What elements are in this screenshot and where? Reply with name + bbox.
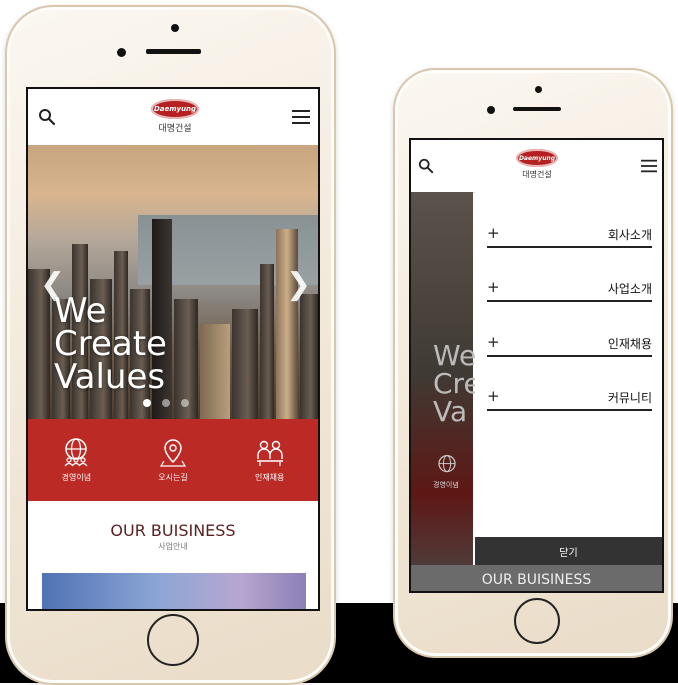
business-title: OUR BUISINESS xyxy=(110,521,236,540)
hero-building xyxy=(200,324,230,419)
business-subtitle: 사업안내 xyxy=(158,542,188,551)
hamburger-icon xyxy=(292,110,310,124)
logo-text: 대명건설 xyxy=(522,170,552,179)
slider-dots xyxy=(143,399,189,407)
search-icon xyxy=(418,158,434,174)
phone-right: Daemyung 대명건설 We Cre Va 경영이념 + 회사소개 + 사업… xyxy=(393,68,673,658)
hamburger-icon xyxy=(641,159,657,173)
slider-next-button[interactable]: ❯ xyxy=(286,267,311,302)
menu-item-community[interactable]: + 커뮤니티 xyxy=(487,387,652,411)
front-camera xyxy=(171,24,179,32)
front-camera xyxy=(535,86,542,93)
hero-title-line: Values xyxy=(54,357,166,397)
dimmed-hero-title: We Cre Va xyxy=(433,339,481,428)
slider-dot[interactable] xyxy=(181,399,189,407)
sensor xyxy=(117,48,126,57)
business-banner-image[interactable] xyxy=(42,573,306,609)
people-icon xyxy=(256,440,283,466)
home-button[interactable] xyxy=(514,598,560,644)
hero-title: We Create Values xyxy=(54,294,167,397)
logo-emblem: Daemyung xyxy=(151,99,199,119)
dimmed-business-title: OUR BUISINESS xyxy=(411,565,662,591)
site-header: Daemyung 대명건설 xyxy=(411,140,662,193)
slider-dot[interactable] xyxy=(162,399,170,407)
hero-building xyxy=(232,309,258,419)
menu-button[interactable] xyxy=(290,106,312,128)
globe-people-icon xyxy=(64,438,88,467)
quick-item-directions[interactable]: 오시는길 xyxy=(125,419,222,501)
logo-text: 대명건설 xyxy=(158,124,192,134)
hero-building xyxy=(276,229,298,419)
quick-menu: 경영이념 오시는길 인재채용 xyxy=(28,419,318,501)
speaker-grille xyxy=(513,107,561,111)
menu-item-label: 인재채용 xyxy=(607,337,652,351)
menu-button[interactable] xyxy=(639,156,659,176)
site-logo[interactable]: Daemyung 대명건설 xyxy=(512,149,562,180)
globe-people-icon xyxy=(438,455,456,473)
search-button[interactable] xyxy=(416,156,436,176)
search-icon xyxy=(39,109,56,126)
quick-item-recruit[interactable]: 인재채용 xyxy=(221,419,318,501)
menu-item-company[interactable]: + 회사소개 xyxy=(487,224,652,248)
plus-icon: + xyxy=(487,333,500,351)
quick-item-philosophy[interactable]: 경영이념 xyxy=(28,419,125,501)
dimmed-page-background[interactable]: We Cre Va 경영이념 xyxy=(411,192,481,591)
logo-emblem: Daemyung xyxy=(516,149,558,167)
site-logo[interactable]: Daemyung 대명건설 xyxy=(146,99,204,134)
dimmed-quick-label: 경영이념 xyxy=(433,481,459,489)
quick-item-label: 오시는길 xyxy=(158,473,188,482)
plus-icon: + xyxy=(487,387,500,405)
menu-item-business[interactable]: + 사업소개 xyxy=(487,278,652,302)
phone-left: Daemyung 대명건설 ❮ ❯ We Create Values 경영이념 … xyxy=(5,5,336,685)
search-button[interactable] xyxy=(36,106,58,128)
right-screen: Daemyung 대명건설 We Cre Va 경영이념 + 회사소개 + 사업… xyxy=(409,138,664,593)
plus-icon: + xyxy=(487,278,500,296)
quick-item-label: 경영이념 xyxy=(61,473,92,482)
quick-item-label: 인재채용 xyxy=(254,473,285,482)
speaker-grille xyxy=(146,49,201,54)
slide-menu-panel: + 회사소개 + 사업소개 + 인재채용 + 커뮤니티 xyxy=(475,192,662,537)
menu-item-label: 회사소개 xyxy=(607,228,652,242)
plus-icon: + xyxy=(487,224,500,242)
home-button[interactable] xyxy=(147,614,199,666)
sensor xyxy=(487,106,495,114)
site-header: Daemyung 대명건설 xyxy=(28,89,318,145)
map-pin-icon xyxy=(159,439,187,467)
menu-item-label: 사업소개 xyxy=(607,282,652,296)
close-menu-button[interactable]: 닫기 xyxy=(475,537,662,565)
left-screen: Daemyung 대명건설 ❮ ❯ We Create Values 경영이념 … xyxy=(26,87,320,611)
hero-building xyxy=(260,264,274,419)
menu-item-label: 커뮤니티 xyxy=(607,391,652,405)
hero-slider[interactable]: ❮ ❯ We Create Values xyxy=(28,145,318,419)
hero-building xyxy=(300,294,318,419)
menu-item-recruit[interactable]: + 인재채용 xyxy=(487,333,652,357)
slider-dot[interactable] xyxy=(143,399,151,407)
